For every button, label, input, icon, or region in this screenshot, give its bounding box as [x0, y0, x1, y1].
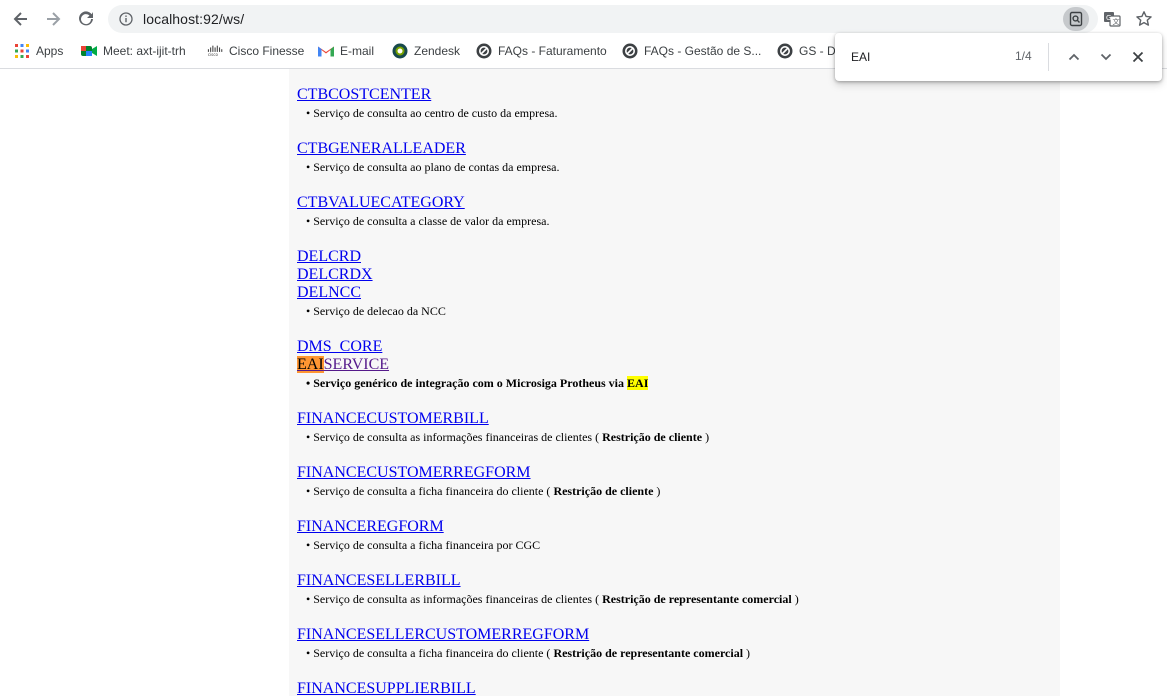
- service-link[interactable]: FINANCEREGFORM: [297, 518, 1057, 536]
- bookmark-label: Zendesk: [414, 44, 461, 58]
- service-link[interactable]: DELNCC: [297, 284, 1057, 302]
- bookmark-apps[interactable]: Apps: [14, 38, 63, 64]
- reload-button[interactable]: [74, 7, 98, 31]
- service-link-eaiservice[interactable]: EAISERVICE: [297, 356, 1057, 374]
- gmail-icon: [318, 43, 334, 59]
- bookmark-email[interactable]: E-mail: [318, 38, 374, 64]
- faq-icon: [476, 43, 492, 59]
- service-link[interactable]: FINANCESUPPLIERBILL: [297, 680, 1057, 696]
- back-button[interactable]: [9, 7, 33, 31]
- svg-text:cisco: cisco: [208, 52, 219, 57]
- service-link[interactable]: FINANCESELLERCUSTOMERREGFORM: [297, 626, 1057, 644]
- find-match-count: 1/4: [1015, 49, 1032, 63]
- find-input[interactable]: [851, 48, 1001, 66]
- find-match-current: EAI: [297, 356, 324, 373]
- forward-button[interactable]: [41, 7, 65, 31]
- svg-text:G: G: [1106, 14, 1111, 22]
- service-link[interactable]: DELCRD: [297, 248, 1057, 266]
- service-link[interactable]: FINANCECUSTOMERREGFORM: [297, 464, 1057, 482]
- service-description: • Serviço de consulta a ficha financeira…: [306, 538, 541, 552]
- faq-icon: [622, 43, 638, 59]
- bookmark-label: Meet: axt-ijit-trh: [103, 44, 186, 58]
- service-description: • Serviço de consulta ao plano de contas…: [306, 160, 560, 174]
- service-description: • Serviço de delecao da NCC: [306, 304, 446, 318]
- page-viewport[interactable]: CTBCOSTCENTER • Serviço de consulta ao c…: [0, 69, 1167, 696]
- meet-icon: [81, 43, 97, 59]
- address-bar[interactable]: localhost:92/ws/: [108, 5, 1098, 33]
- bookmark-label: E-mail: [340, 44, 375, 58]
- translate-icon: G文: [1104, 12, 1121, 27]
- faq-icon: [777, 43, 793, 59]
- zendesk-icon: [392, 43, 408, 59]
- bookmark-faq-gestao[interactable]: FAQs - Gestão de S...: [622, 38, 761, 64]
- chevron-down-icon: [1100, 53, 1112, 61]
- bookmark-star-button[interactable]: [1131, 7, 1157, 31]
- info-icon[interactable]: [119, 12, 133, 26]
- arrow-right-icon: [47, 12, 61, 26]
- cisco-icon: cisco: [207, 43, 223, 59]
- service-description: • Serviço de consulta a ficha financeira…: [306, 646, 751, 660]
- service-description: • Serviço de consulta a classe de valor …: [306, 214, 550, 228]
- service-description: • Serviço de consulta as informações fin…: [306, 592, 799, 606]
- bookmark-gs[interactable]: GS - D: [777, 38, 836, 64]
- bookmark-cisco-finesse[interactable]: cisco Cisco Finesse: [207, 38, 304, 64]
- bookmark-meet[interactable]: Meet: axt-ijit-trh: [81, 38, 186, 64]
- find-divider: [1048, 43, 1049, 71]
- bookmark-label: FAQs - Faturamento: [498, 44, 607, 58]
- service-list: CTBCOSTCENTER • Serviço de consulta ao c…: [297, 86, 1057, 696]
- translate-button[interactable]: G文: [1099, 7, 1125, 31]
- bookmark-label: GS - D: [799, 44, 836, 58]
- service-link[interactable]: CTBGENERALLEADER: [297, 140, 1057, 158]
- service-description: • Serviço de consulta ao centro de custo…: [306, 106, 558, 120]
- bookmark-label: Cisco Finesse: [229, 44, 305, 58]
- service-link[interactable]: DMS_CORE: [297, 338, 1057, 356]
- arrow-left-icon: [13, 12, 27, 26]
- find-close-button[interactable]: [1126, 45, 1150, 69]
- service-link[interactable]: FINANCECUSTOMERBILL: [297, 410, 1057, 428]
- find-match: EAI: [627, 376, 649, 390]
- find-previous-button[interactable]: [1062, 45, 1086, 69]
- find-in-page-button[interactable]: [1063, 7, 1089, 31]
- find-next-button[interactable]: [1094, 45, 1118, 69]
- service-link[interactable]: CTBCOSTCENTER: [297, 86, 1057, 104]
- service-description: • Serviço genérico de integração com o M…: [306, 376, 649, 390]
- service-description: • Serviço de consulta as informações fin…: [306, 430, 710, 444]
- url-text: localhost:92/ws/: [143, 11, 245, 27]
- service-link[interactable]: FINANCESELLERBILL: [297, 572, 1057, 590]
- bookmark-label: Apps: [36, 44, 64, 58]
- bookmark-zendesk[interactable]: Zendesk: [392, 38, 460, 64]
- chevron-up-icon: [1068, 53, 1080, 61]
- find-page-icon: [1069, 11, 1083, 27]
- service-link[interactable]: CTBVALUECATEGORY: [297, 194, 1057, 212]
- star-icon: [1136, 11, 1152, 26]
- bookmark-faq-faturamento[interactable]: FAQs - Faturamento: [476, 38, 607, 64]
- apps-grid-icon: [14, 43, 30, 59]
- reload-icon: [79, 11, 93, 26]
- close-icon: [1132, 51, 1144, 63]
- svg-text:文: 文: [1113, 17, 1120, 26]
- service-description: • Serviço de consulta a ficha financeira…: [306, 484, 661, 498]
- service-link[interactable]: DELCRDX: [297, 266, 1057, 284]
- find-bar: 1/4: [835, 33, 1162, 81]
- bookmark-label: FAQs - Gestão de S...: [644, 44, 762, 58]
